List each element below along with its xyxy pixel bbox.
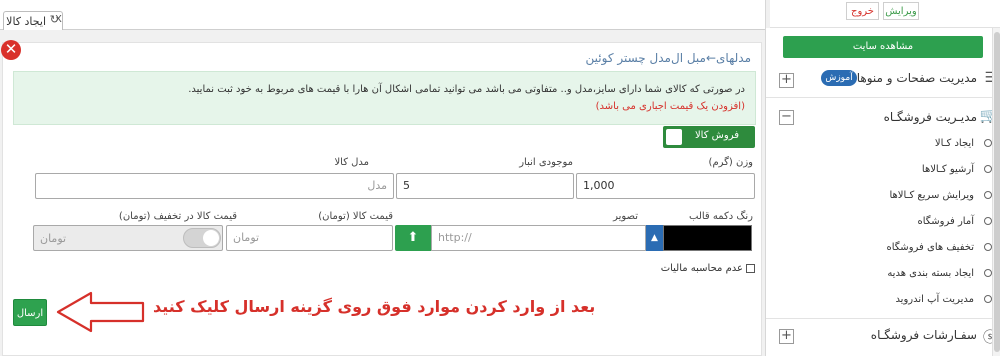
discount-price-label: قیمت کالا در تخفیف (تومان) <box>118 211 237 222</box>
bullet-icon <box>984 139 992 147</box>
toggle-knob <box>666 129 682 145</box>
sidebar-item-pages-menus[interactable]: ☰ مدیریت صفحات و منوها + <box>766 68 1000 90</box>
submit-button[interactable]: ارسال <box>13 299 47 326</box>
toggle-knob <box>203 230 219 246</box>
top-strip: ویرایش خروج <box>766 0 1000 28</box>
divider <box>766 318 1000 319</box>
item-label: ایجاد کـالا <box>934 138 974 149</box>
weight-label: وزن (گرم) <box>708 157 753 168</box>
tab-bar: ↻ ایجاد کالا X <box>0 0 765 30</box>
sidebar-item-store[interactable]: 🛒 مدیـریت فروشگـاه − <box>766 107 1000 129</box>
item-label: مدیریت آپ اندروید <box>895 294 974 305</box>
item-label: ویرایش سریع کـالاها <box>889 190 974 201</box>
sidebar-item-stats[interactable]: آمار فروشگاه <box>917 216 992 227</box>
store-label: مدیـریت فروشگـاه <box>883 110 977 124</box>
bullet-icon <box>984 165 992 173</box>
sale-toggle-label: فروش کالا <box>694 130 739 141</box>
price-input[interactable]: تومان <box>226 225 393 251</box>
bullet-icon <box>984 269 992 277</box>
price-label: قیمت کالا (تومان) <box>318 211 393 222</box>
item-label: آرشیو کـالاها <box>921 164 974 175</box>
instruction-text: بعد از وارد کردن موارد فوق روی گزینه ارس… <box>153 297 596 316</box>
button-color-label: رنگ دکمه قالب <box>689 211 753 222</box>
divider <box>766 97 1000 98</box>
sidebar: ویرایش خروج مشاهده سایت ☰ مدیریت صفحات و… <box>765 0 1000 356</box>
expand-icon[interactable]: + <box>779 329 794 344</box>
notice-box: در صورتی که کالای شما دارای سایز،مدل و..… <box>13 71 756 125</box>
sidebar-item-archive[interactable]: آرشیو کـالاها <box>922 164 992 175</box>
sidebar-item-android[interactable]: مدیریت آپ اندروید <box>895 294 992 305</box>
breadcrumb: مدلهای←مبل ال‌مدل چستر کوئین <box>585 51 751 65</box>
item-label: تخفیف های فروشگاه <box>886 242 975 253</box>
bullet-icon <box>984 217 992 225</box>
color-picker-button[interactable]: ▲ <box>646 225 663 251</box>
bullet-icon <box>984 295 992 303</box>
view-site-button[interactable]: مشاهده سایت <box>783 36 983 58</box>
sidebar-item-orders[interactable]: ⓢ سفـارشات فروشگـاه + <box>766 325 1000 347</box>
notice-text: در صورتی که کالای شما دارای سایز،مدل و..… <box>188 84 745 95</box>
tab-label: ایجاد کالا <box>6 15 46 28</box>
tax-checkbox-row[interactable]: عدم محاسبه مالیات <box>661 263 755 274</box>
expand-icon[interactable]: + <box>779 73 794 88</box>
bullet-icon <box>984 191 992 199</box>
scroll-thumb[interactable] <box>994 32 1000 352</box>
close-panel-icon[interactable]: ✕ <box>1 40 21 60</box>
logout-button[interactable]: خروج <box>846 2 879 20</box>
notice-warning: (افزودن یک قیمت اجباری می باشد) <box>595 101 745 112</box>
sidebar-item-discounts[interactable]: تخفیف های فروشگاه <box>886 242 992 253</box>
orders-label: سفـارشات فروشگـاه <box>870 328 977 342</box>
sidebar-scrollbar[interactable] <box>992 28 1000 356</box>
item-label: آمار فروشگاه <box>917 216 974 227</box>
tab-create-product[interactable]: ↻ ایجاد کالا X <box>3 11 63 30</box>
stock-label: موجودی انبار <box>519 157 573 168</box>
left-arrow-icon <box>56 291 145 333</box>
bullet-icon <box>984 243 992 251</box>
upload-icon[interactable]: ⬆ <box>395 225 431 251</box>
tax-checkbox-label: عدم محاسبه مالیات <box>660 263 743 274</box>
item-label: ایجاد بسته بندی هدیه <box>887 268 974 279</box>
image-label: تصویر <box>613 211 638 222</box>
collapse-icon[interactable]: − <box>779 110 794 125</box>
close-tab-icon[interactable]: X <box>55 14 62 25</box>
model-label: مدل کالا <box>334 157 369 168</box>
edit-button[interactable]: ویرایش <box>883 2 919 20</box>
button-color-field[interactable] <box>663 225 752 251</box>
sidebar-item-gift-wrap[interactable]: ایجاد بسته بندی هدیه <box>887 268 992 279</box>
discount-toggle[interactable] <box>183 228 221 248</box>
stock-input[interactable]: 5 <box>396 173 574 199</box>
pages-menus-label: مدیریت صفحات و منوها <box>856 71 977 85</box>
main-area: ↻ ایجاد کالا X ✕ مدلهای←مبل ال‌مدل چستر … <box>0 0 765 356</box>
strip-corner <box>766 0 770 28</box>
model-input[interactable]: مدل <box>35 173 394 199</box>
sale-toggle[interactable]: فروش کالا <box>663 126 755 148</box>
sidebar-item-create-product[interactable]: ایجاد کـالا <box>935 138 992 149</box>
weight-input[interactable]: 1,000 <box>576 173 755 199</box>
learn-badge[interactable]: آموزش <box>821 70 857 86</box>
image-url-input[interactable]: http:// <box>431 225 646 251</box>
sidebar-item-quick-edit[interactable]: ویرایش سریع کـالاها <box>889 190 992 201</box>
tax-checkbox[interactable] <box>746 263 755 273</box>
